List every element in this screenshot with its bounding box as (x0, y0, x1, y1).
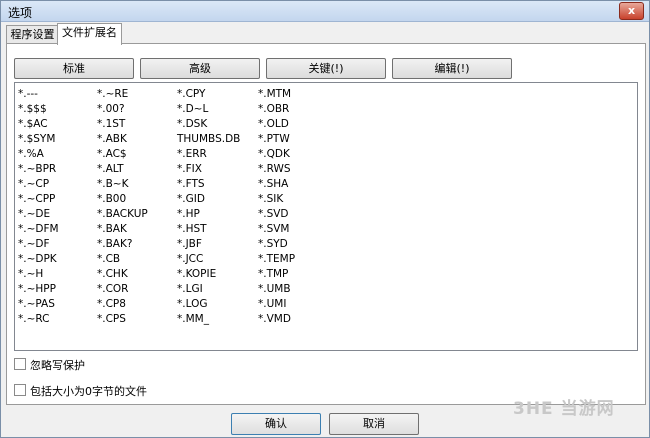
list-item[interactable]: *.B00 (97, 192, 148, 207)
list-item[interactable]: *.HP (177, 207, 240, 222)
list-item[interactable]: *.OLD (258, 117, 295, 132)
list-item[interactable]: *.B~K (97, 177, 148, 192)
watermark-logo: 3HE 当游网 (513, 399, 615, 419)
list-item[interactable]: *.CB (97, 252, 148, 267)
list-item[interactable]: *.ALT (97, 162, 148, 177)
list-item[interactable]: *.1ST (97, 117, 148, 132)
extension-column-1: *.--- *.$$$ *.$AC *.$SYM *.%A *.~BPR *.~… (18, 87, 59, 327)
list-item[interactable]: *.~DPK (18, 252, 59, 267)
list-item[interactable]: *.JCC (177, 252, 240, 267)
list-item[interactable]: *.SVD (258, 207, 295, 222)
list-item[interactable]: *.LGI (177, 282, 240, 297)
list-item[interactable]: *.SYD (258, 237, 295, 252)
ok-button[interactable]: 确认 (231, 413, 321, 435)
list-item[interactable]: *.FTS (177, 177, 240, 192)
tab-program-settings[interactable]: 程序设置 (6, 25, 59, 44)
extension-column-4: *.MTM *.OBR *.OLD *.PTW *.QDK *.RWS *.SH… (258, 87, 295, 327)
list-item[interactable]: *.~H (18, 267, 59, 282)
list-item[interactable]: *.JBF (177, 237, 240, 252)
list-item[interactable]: *.DSK (177, 117, 240, 132)
edit-button[interactable]: 编辑(!) (392, 58, 512, 79)
standard-button[interactable]: 标准 (14, 58, 134, 79)
list-item[interactable]: *.~HPP (18, 282, 59, 297)
list-item[interactable]: *.RWS (258, 162, 295, 177)
tab-file-extensions[interactable]: 文件扩展名 (57, 23, 122, 45)
list-item[interactable]: *.CPS (97, 312, 148, 327)
cancel-button[interactable]: 取消 (329, 413, 419, 435)
list-item[interactable]: *.00? (97, 102, 148, 117)
list-item[interactable]: *.SHA (258, 177, 295, 192)
list-item[interactable]: *.$SYM (18, 132, 59, 147)
advanced-button[interactable]: 高级 (140, 58, 260, 79)
list-item[interactable]: *.KOPIE (177, 267, 240, 282)
list-item[interactable]: *.~CPP (18, 192, 59, 207)
list-item[interactable]: *.UMI (258, 297, 295, 312)
list-item[interactable]: *.ABK (97, 132, 148, 147)
list-item[interactable]: *.~RE (97, 87, 148, 102)
list-item[interactable]: *.CPY (177, 87, 240, 102)
list-item[interactable]: *.$$$ (18, 102, 59, 117)
list-item[interactable]: *.COR (97, 282, 148, 297)
extension-column-3: *.CPY *.D~L *.DSK THUMBS.DB *.ERR *.FIX … (177, 87, 240, 327)
list-item[interactable]: *.BAK? (97, 237, 148, 252)
ignore-write-protect-label: 忽略写保护 (30, 359, 85, 372)
list-item[interactable]: *.--- (18, 87, 59, 102)
list-item[interactable]: *.D~L (177, 102, 240, 117)
list-item[interactable]: *.CHK (97, 267, 148, 282)
list-item[interactable]: *.~DE (18, 207, 59, 222)
extension-list[interactable]: *.--- *.$$$ *.$AC *.$SYM *.%A *.~BPR *.~… (14, 82, 638, 351)
list-item[interactable]: *.CP8 (97, 297, 148, 312)
list-item[interactable]: *.BAK (97, 222, 148, 237)
list-item[interactable]: *.VMD (258, 312, 295, 327)
options-dialog: 选项 x 程序设置 文件扩展名 标准 高级 关键(!) 编辑(!) *.--- … (0, 0, 650, 438)
list-item[interactable]: *.ERR (177, 147, 240, 162)
list-item[interactable]: *.HST (177, 222, 240, 237)
list-item[interactable]: *.BACKUP (97, 207, 148, 222)
list-item[interactable]: *.LOG (177, 297, 240, 312)
list-item[interactable]: *.TMP (258, 267, 295, 282)
list-item[interactable]: *.SIK (258, 192, 295, 207)
extension-column-2: *.~RE *.00? *.1ST *.ABK *.AC$ *.ALT *.B~… (97, 87, 148, 327)
list-item[interactable]: *.FIX (177, 162, 240, 177)
keyword-button[interactable]: 关键(!) (266, 58, 386, 79)
list-item[interactable]: THUMBS.DB (177, 132, 240, 147)
list-item[interactable]: *.~PAS (18, 297, 59, 312)
list-item[interactable]: *.OBR (258, 102, 295, 117)
list-item[interactable]: *.QDK (258, 147, 295, 162)
list-item[interactable]: *.SVM (258, 222, 295, 237)
list-item[interactable]: *.%A (18, 147, 59, 162)
list-item[interactable]: *.GID (177, 192, 240, 207)
title-bar[interactable]: 选项 x (1, 1, 649, 22)
include-zero-byte-label: 包括大小为0字节的文件 (30, 385, 147, 398)
list-item[interactable]: *.~CP (18, 177, 59, 192)
list-item[interactable]: *.UMB (258, 282, 295, 297)
ignore-write-protect-checkbox[interactable] (14, 358, 26, 370)
list-item[interactable]: *.AC$ (97, 147, 148, 162)
window-title: 选项 (8, 6, 33, 20)
list-item[interactable]: *.MM_ (177, 312, 240, 327)
list-item[interactable]: *.~DFM (18, 222, 59, 237)
list-item[interactable]: *.~BPR (18, 162, 59, 177)
list-item[interactable]: *.PTW (258, 132, 295, 147)
list-item[interactable]: *.MTM (258, 87, 295, 102)
tab-label: 程序设置 (10, 28, 55, 41)
list-item[interactable]: *.~DF (18, 237, 59, 252)
list-item[interactable]: *.~RC (18, 312, 59, 327)
include-zero-byte-checkbox[interactable] (14, 384, 26, 396)
close-button[interactable]: x (619, 2, 644, 20)
list-item[interactable]: *.TEMP (258, 252, 295, 267)
list-item[interactable]: *.$AC (18, 117, 59, 132)
tab-label: 文件扩展名 (62, 26, 117, 39)
